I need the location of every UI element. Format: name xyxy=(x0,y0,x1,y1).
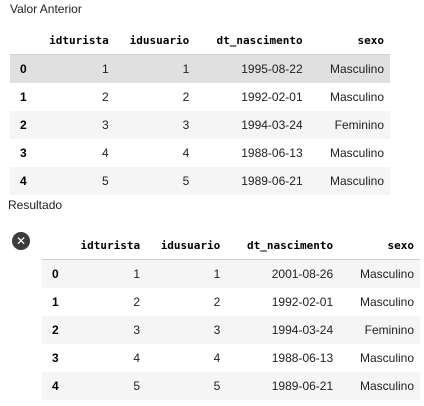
cell-idusuario: 4 xyxy=(213,351,221,365)
column-header-idusuario: idusuario xyxy=(129,33,190,47)
table-row: 4 5 5 1989-06-21 Masculino xyxy=(10,167,390,195)
row-index: 3 xyxy=(52,351,59,365)
cell-idturista: 4 xyxy=(102,146,109,160)
cell-idusuario: 1 xyxy=(118,54,200,83)
cell-dt-nascimento: 1988-06-13 xyxy=(241,146,303,160)
table-row: 2 3 3 1994-03-24 Feminino xyxy=(42,316,420,344)
cell-dt-nascimento: 1992-02-01 xyxy=(241,90,303,104)
cell-idusuario: 5 xyxy=(118,167,200,195)
cell-dt-nascimento: 1988-06-13 xyxy=(271,351,334,365)
row-index: 4 xyxy=(42,372,68,400)
cell-dt-nascimento: 1992-02-01 xyxy=(271,295,334,309)
cell-idturista: 5 xyxy=(67,372,151,400)
cell-idturista: 1 xyxy=(67,259,151,288)
cell-sexo: Masculino xyxy=(359,295,414,309)
cell-dt-nascimento: 1989-06-21 xyxy=(230,372,344,400)
row-index: 2 xyxy=(10,111,36,139)
row-index: 4 xyxy=(10,167,36,195)
column-header-dt-nascimento: dt_nascimento xyxy=(216,33,303,47)
cell-idturista: 1 xyxy=(35,54,119,83)
cell-sexo: Masculino xyxy=(359,351,414,365)
column-header-dt-nascimento: dt_nascimento xyxy=(247,238,334,252)
cell-idturista: 2 xyxy=(102,90,109,104)
table-header-row: idturista idusuario dt_nascimento sexo xyxy=(42,231,420,260)
cell-sexo: Masculino xyxy=(329,146,384,160)
column-header-idusuario: idusuario xyxy=(160,238,221,252)
cell-sexo: Feminino xyxy=(312,111,390,139)
cell-idusuario: 1 xyxy=(150,259,231,288)
cell-idusuario: 3 xyxy=(150,316,231,344)
cell-idusuario: 4 xyxy=(182,146,190,160)
table-row: 0 1 1 1995-08-22 Masculino xyxy=(10,54,390,83)
cell-sexo: Masculino xyxy=(343,372,420,400)
before-label: Valor Anterior xyxy=(10,2,82,16)
result-label: Resultado xyxy=(8,198,63,212)
table-row: 4 5 5 1989-06-21 Masculino xyxy=(42,372,420,400)
cell-sexo: Masculino xyxy=(312,167,390,195)
column-header-sexo: sexo xyxy=(387,238,415,252)
cell-dt-nascimento: 1995-08-22 xyxy=(199,54,313,83)
cell-idturista: 5 xyxy=(35,167,119,195)
column-header-idturista: idturista xyxy=(80,238,141,252)
table-row: 2 3 3 1994-03-24 Feminino xyxy=(10,111,390,139)
cell-dt-nascimento: 1994-03-24 xyxy=(199,111,313,139)
table-row: 1 2 2 1992-02-01 Masculino xyxy=(10,83,390,111)
cell-sexo: Masculino xyxy=(312,54,390,83)
cell-idturista: 3 xyxy=(35,111,119,139)
cell-idusuario: 5 xyxy=(150,372,231,400)
row-index: 1 xyxy=(20,90,27,104)
index-header xyxy=(42,231,67,260)
cell-idturista: 2 xyxy=(133,295,141,309)
table-row: 3 4 4 1988-06-13 Masculino xyxy=(42,344,420,372)
row-index: 2 xyxy=(42,316,68,344)
cell-idusuario: 2 xyxy=(213,295,221,309)
table-header-row: idturista idusuario dt_nascimento sexo xyxy=(10,26,390,55)
cell-dt-nascimento: 2001-08-26 xyxy=(230,259,344,288)
cell-idturista: 3 xyxy=(67,316,151,344)
cell-idusuario: 2 xyxy=(182,90,190,104)
row-index: 0 xyxy=(10,54,36,83)
table-row: 0 1 1 2001-08-26 Masculino xyxy=(42,259,420,288)
cell-sexo: Masculino xyxy=(343,259,420,288)
row-index: 1 xyxy=(52,295,59,309)
index-header xyxy=(10,26,36,55)
column-header-sexo: sexo xyxy=(357,33,385,47)
before-dataframe-table: idturista idusuario dt_nascimento sexo 0… xyxy=(10,26,390,195)
cell-idturista: 4 xyxy=(133,351,141,365)
row-index: 3 xyxy=(20,146,27,160)
row-index: 0 xyxy=(42,259,68,288)
error-icon: ✕ xyxy=(12,232,30,250)
cell-sexo: Masculino xyxy=(329,90,384,104)
cell-dt-nascimento: 1989-06-21 xyxy=(199,167,313,195)
cell-dt-nascimento: 1994-03-24 xyxy=(230,316,344,344)
table-row: 3 4 4 1988-06-13 Masculino xyxy=(10,139,390,167)
cell-idusuario: 3 xyxy=(118,111,200,139)
cell-sexo: Feminino xyxy=(343,316,420,344)
table-row: 1 2 2 1992-02-01 Masculino xyxy=(42,288,420,316)
result-dataframe-table: idturista idusuario dt_nascimento sexo 0… xyxy=(42,231,420,400)
column-header-idturista: idturista xyxy=(49,33,109,47)
